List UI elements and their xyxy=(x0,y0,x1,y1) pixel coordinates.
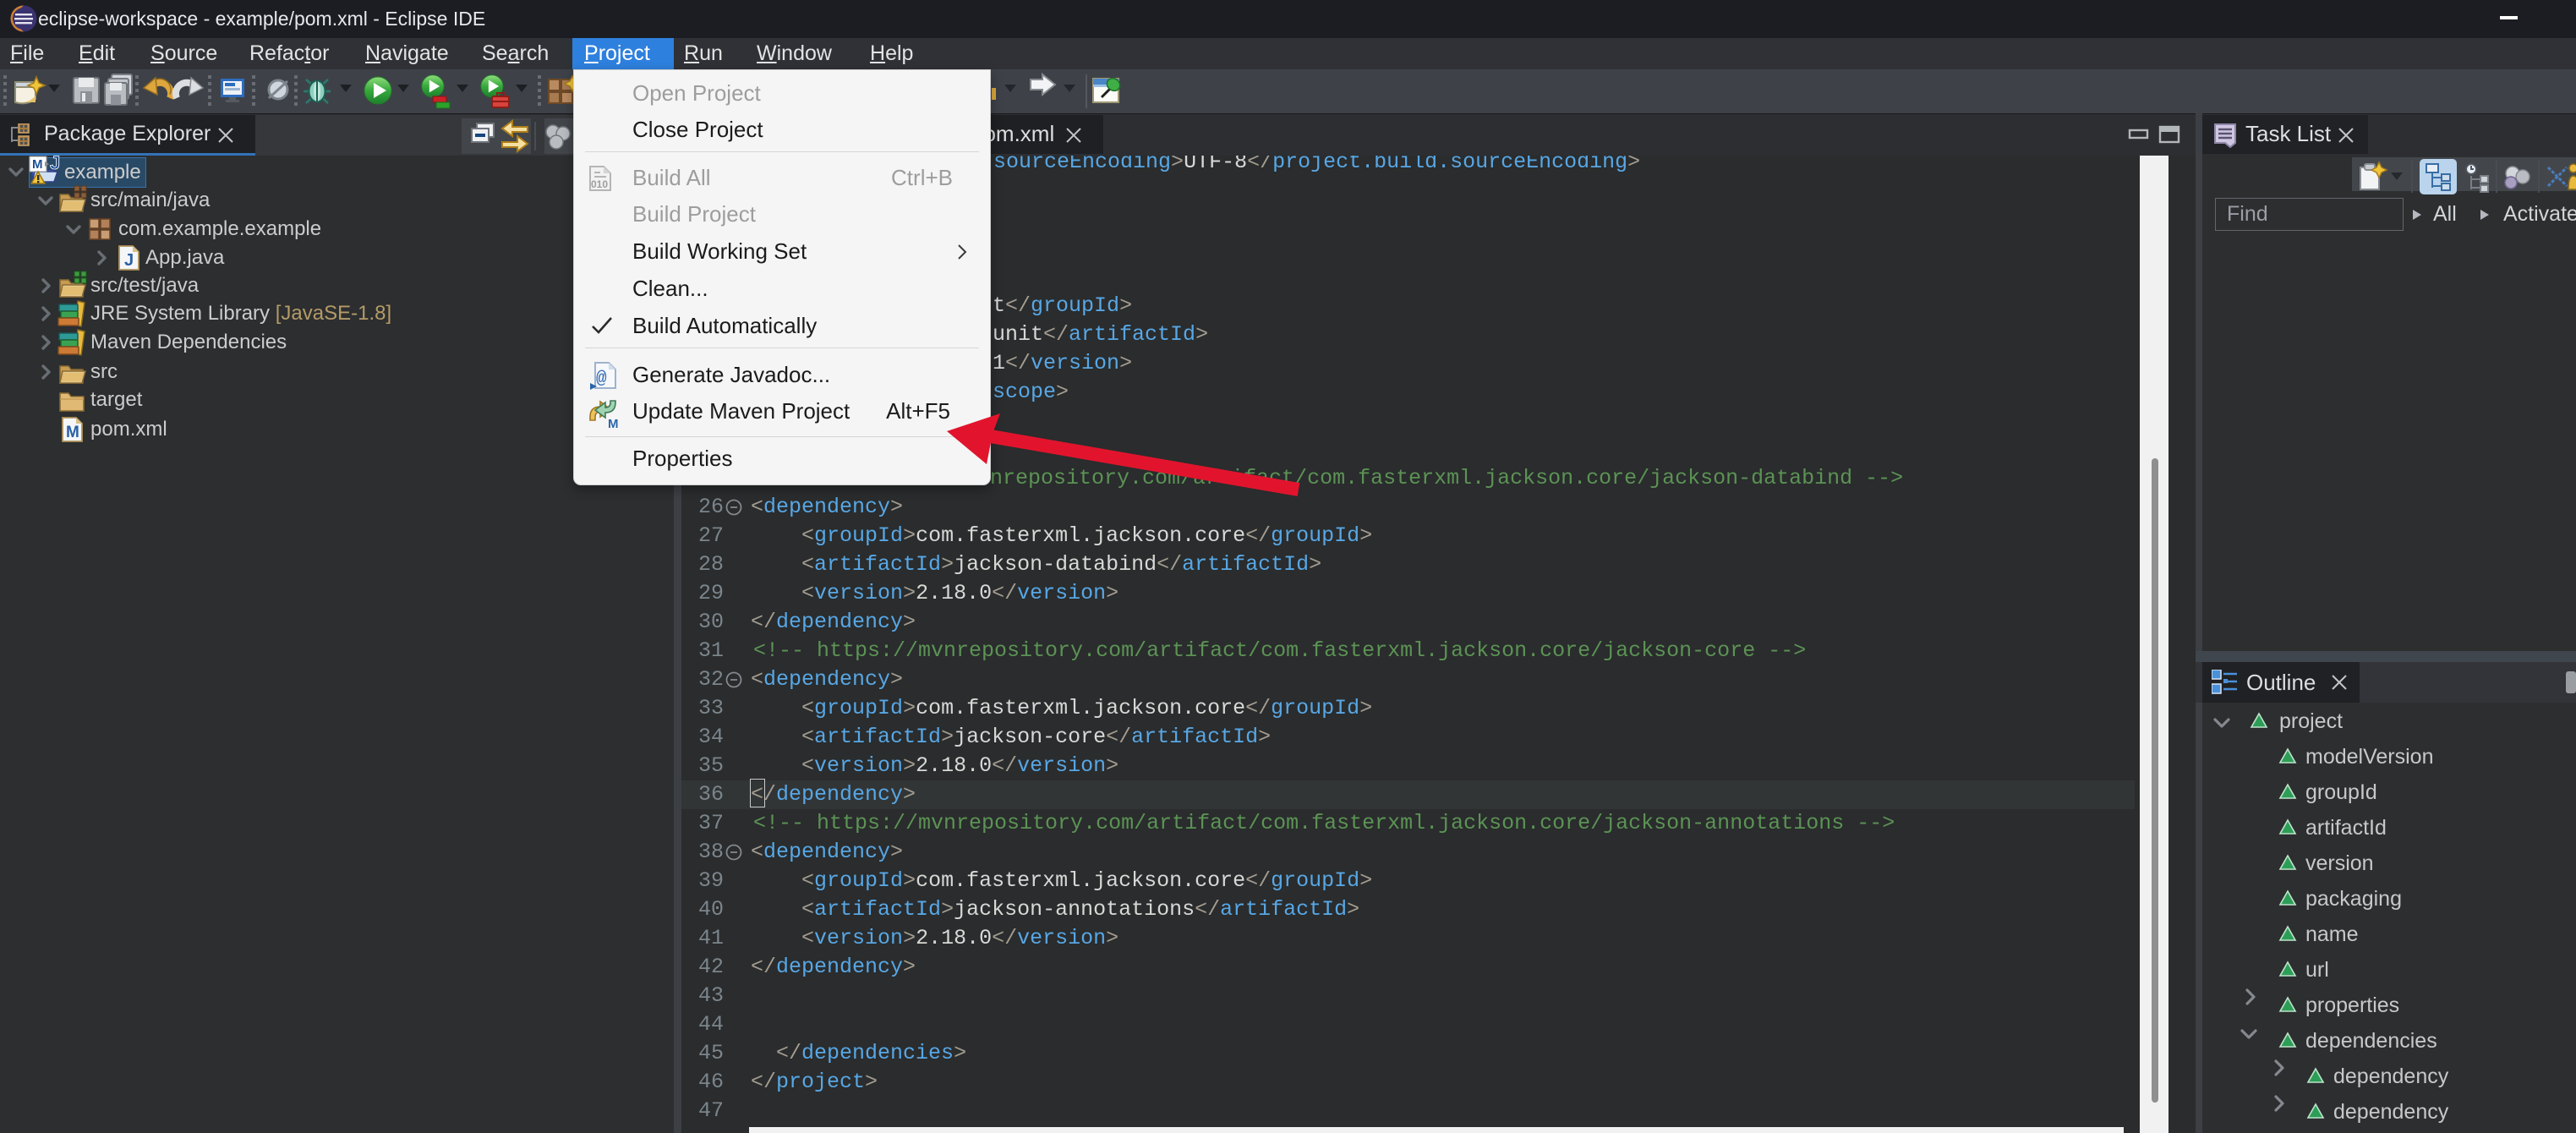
svg-text:010: 010 xyxy=(591,178,608,190)
svg-text:M: M xyxy=(32,157,43,172)
svg-text:M: M xyxy=(608,417,619,429)
svg-text:J: J xyxy=(50,156,60,173)
svg-text:@: @ xyxy=(596,369,607,389)
